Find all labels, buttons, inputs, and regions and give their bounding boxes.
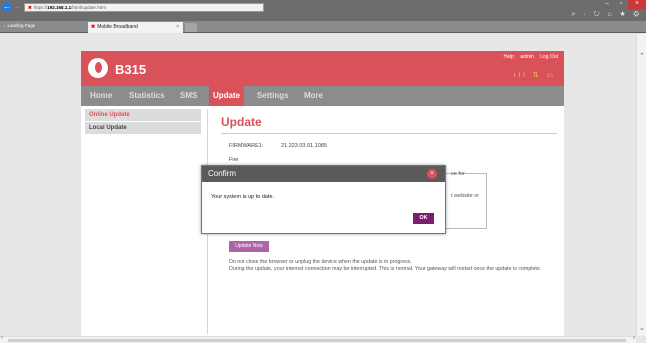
- url-host: 192.168.1.1: [47, 5, 72, 10]
- horizontal-scrollbar[interactable]: ‹ ›: [0, 335, 636, 343]
- browser-toolbar: ← → ✖ https://192.168.1.1/html/update.htm…: [0, 0, 646, 21]
- vodafone-logo-icon: [88, 58, 108, 78]
- sidebar: Online Update Local Update: [85, 109, 201, 135]
- address-bar[interactable]: ✖ https://192.168.1.1/html/update.html: [24, 3, 264, 12]
- bookmark-label: Landing Page: [7, 23, 36, 28]
- back-button[interactable]: ←: [2, 2, 12, 12]
- tab-mobile-broadband[interactable]: ✖ Mobile Broadband ×: [88, 22, 183, 33]
- menu-more[interactable]: More: [304, 86, 323, 106]
- scroll-down-icon[interactable]: ⌄: [639, 324, 645, 332]
- menu-statistics[interactable]: Statistics: [129, 86, 165, 106]
- page-title: Update: [221, 115, 262, 129]
- admin-link[interactable]: admin: [520, 54, 534, 60]
- info-text-fragment: ce for: [451, 171, 465, 177]
- maximize-button[interactable]: ▫: [614, 0, 628, 9]
- vertical-scrollbar[interactable]: ⌃ ⌄: [636, 34, 646, 336]
- main-menu: Home Statistics SMS Update Settings More: [81, 86, 564, 106]
- signal-status-icons: .ıll ⇅ ▭: [508, 72, 556, 79]
- help-link[interactable]: Help: [504, 54, 514, 60]
- header-links: Help admin Log Out: [499, 54, 559, 60]
- url-prefix: https://: [33, 5, 48, 10]
- new-tab-button[interactable]: [185, 23, 197, 32]
- menu-update[interactable]: Update: [209, 86, 245, 106]
- scroll-right-icon[interactable]: ›: [633, 335, 635, 341]
- sidebar-item-online-update[interactable]: Online Update: [85, 109, 201, 122]
- note-line-2: During the update, your internet connect…: [229, 265, 542, 272]
- tab-bar: ▲Landing Page ✖ Mobile Broadband ×: [0, 21, 646, 33]
- firmware-value: 21.323.03.01.1085: [281, 143, 327, 149]
- info-text-fragment-2: t website or: [451, 193, 480, 199]
- menu-settings[interactable]: Settings: [257, 86, 289, 106]
- scroll-left-icon[interactable]: ‹: [1, 335, 3, 341]
- firmware-label: FIRMWARE1:: [229, 143, 264, 149]
- scroll-up-icon[interactable]: ⌃: [639, 52, 645, 60]
- menu-home[interactable]: Home: [90, 86, 112, 106]
- forward-button[interactable]: →: [14, 4, 20, 10]
- bookmark-landing-page[interactable]: ▲Landing Page: [2, 22, 35, 30]
- tab-error-icon: ✖: [91, 24, 96, 30]
- ok-button[interactable]: OK: [413, 213, 434, 224]
- horizontal-scroll-thumb[interactable]: [8, 339, 626, 342]
- tab-label: Mobile Broadband: [97, 24, 138, 30]
- dialog-close-icon[interactable]: ×: [427, 169, 437, 179]
- menu-sms[interactable]: SMS: [180, 86, 197, 106]
- dialog-message: Your system is up to date.: [211, 194, 275, 200]
- window-close-button[interactable]: ×: [628, 0, 646, 9]
- second-label: Fire: [229, 157, 239, 163]
- browser-tool-icons[interactable]: ⌕ · ↻ ⌂ ★ ⚙: [572, 11, 642, 19]
- update-note: Do not close the browser or unplug the d…: [229, 259, 561, 272]
- minimize-button[interactable]: –: [600, 0, 614, 9]
- window-controls: – ▫ ×: [600, 0, 646, 9]
- logout-link[interactable]: Log Out: [540, 54, 558, 60]
- tab-close-icon[interactable]: ×: [176, 22, 179, 32]
- url-path: /html/update.html: [71, 5, 106, 10]
- title-divider: [221, 133, 557, 134]
- sidebar-item-local-update[interactable]: Local Update: [85, 122, 201, 135]
- update-now-button[interactable]: Update Now: [229, 241, 269, 252]
- bookmark-icon: ▲: [2, 23, 7, 28]
- confirm-dialog: Confirm × Your system is up to date. OK: [201, 165, 446, 234]
- dialog-title: Confirm: [202, 166, 445, 182]
- router-header: B315 Help admin Log Out .ıll ⇅ ▭: [81, 51, 564, 86]
- device-model: B315: [115, 62, 147, 77]
- certificate-error-icon[interactable]: ✖: [28, 5, 32, 10]
